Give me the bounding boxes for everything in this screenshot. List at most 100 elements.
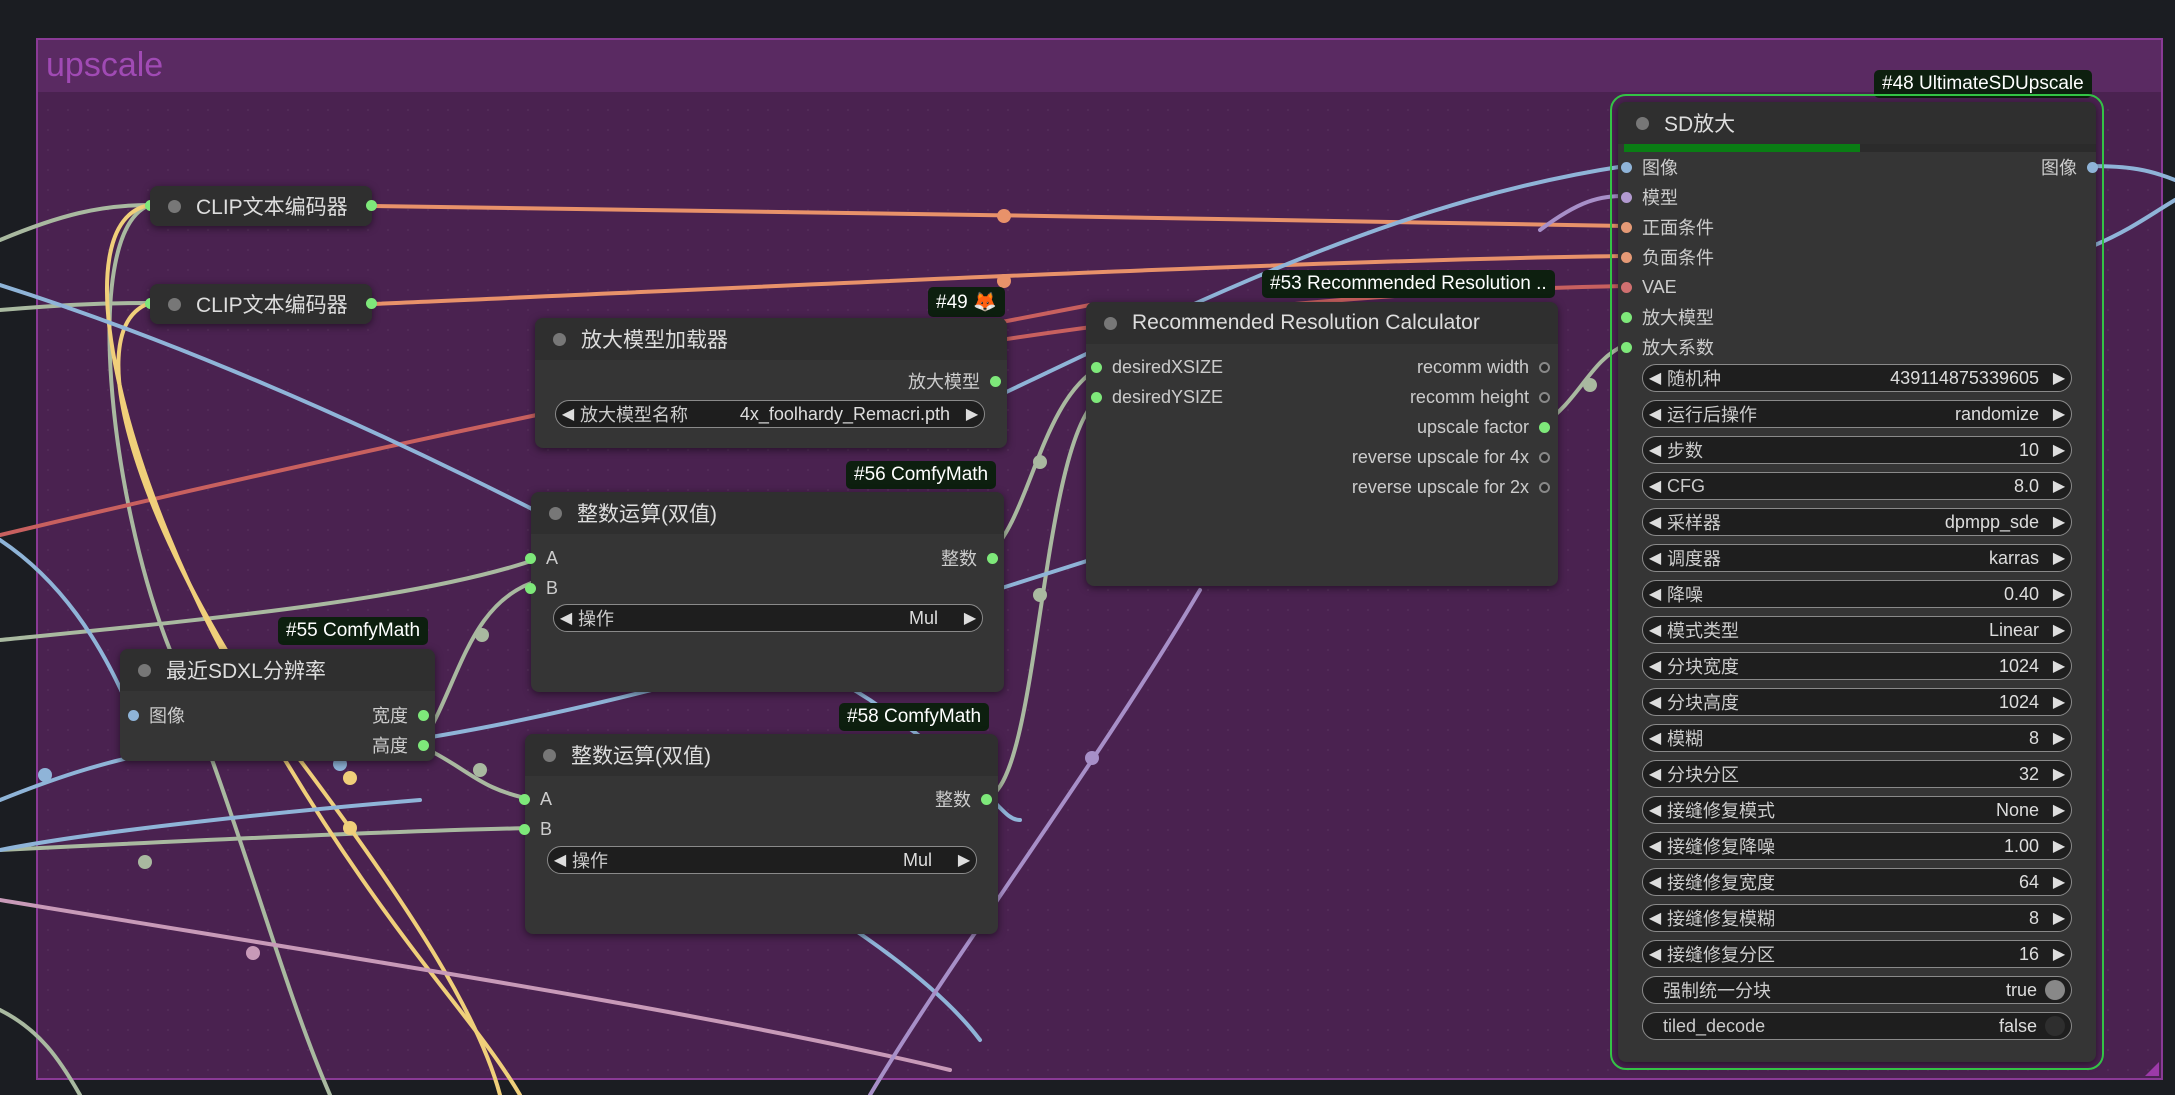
- arrow-right-icon[interactable]: ▶: [2047, 908, 2071, 928]
- operation-combo[interactable]: ◀ 操作 Mul ▶: [547, 846, 977, 874]
- input-connector[interactable]: [1621, 341, 1632, 353]
- collapse-toggle-icon[interactable]: [168, 199, 181, 213]
- output-slot-recomm-width[interactable]: recomm width: [1417, 356, 1550, 378]
- output-slot-reverse-4x[interactable]: reverse upscale for 4x: [1352, 446, 1550, 468]
- node-title-bar[interactable]: CLIP文本编码器: [150, 284, 372, 324]
- input-connector[interactable]: [1621, 191, 1632, 203]
- arrow-left-icon[interactable]: ◀: [1643, 584, 1667, 604]
- graph-canvas[interactable]: upscale CLIP文本编码器 CLIP文本编码器 #49 🦊 放大模型加载…: [0, 0, 2175, 1095]
- output-connector[interactable]: [1539, 481, 1550, 493]
- output-slot-recomm-height[interactable]: recomm height: [1410, 386, 1550, 408]
- output-connector[interactable]: [1539, 421, 1550, 433]
- widget-3[interactable]: ◀ CFG 8.0 ▶: [1642, 472, 2072, 500]
- input-connector[interactable]: [1621, 221, 1632, 233]
- input-slot-b[interactable]: B: [525, 577, 558, 599]
- widget-6[interactable]: ◀ 降噪 0.40 ▶: [1642, 580, 2072, 608]
- input-connector[interactable]: [525, 582, 536, 594]
- arrow-left-icon[interactable]: ◀: [1643, 692, 1667, 712]
- input-connector[interactable]: [525, 552, 536, 564]
- input-connector[interactable]: [1091, 361, 1102, 373]
- input-slot-model[interactable]: 模型: [1621, 186, 1678, 208]
- arrow-right-icon[interactable]: ▶: [2047, 440, 2071, 460]
- upscale-model-loader-node[interactable]: 放大模型加载器 放大模型 ◀ 放大模型名称 4x_foolhardy_Remac…: [535, 318, 1007, 448]
- collapse-toggle-icon[interactable]: [138, 663, 151, 677]
- input-slot-image[interactable]: 图像: [1621, 156, 1678, 178]
- output-connector[interactable]: [366, 200, 377, 211]
- arrow-left-icon[interactable]: ◀: [1643, 548, 1667, 568]
- arrow-right-icon[interactable]: ▶: [2047, 728, 2071, 748]
- arrow-right-icon[interactable]: ▶: [2047, 404, 2071, 424]
- arrow-right-icon[interactable]: ▶: [2047, 656, 2071, 676]
- arrow-left-icon[interactable]: ◀: [1643, 800, 1667, 820]
- operation-combo[interactable]: ◀ 操作 Mul ▶: [553, 604, 983, 632]
- widget-8[interactable]: ◀ 分块宽度 1024 ▶: [1642, 652, 2072, 680]
- input-slot-desired-x[interactable]: desiredXSIZE: [1091, 356, 1223, 378]
- arrow-right-icon[interactable]: ▶: [2047, 692, 2071, 712]
- widget-14[interactable]: ◀ 接缝修复宽度 64 ▶: [1642, 868, 2072, 896]
- ultimate-sd-upscale-node[interactable]: SD放大 图像 图像 模型 正面条件 负面条件 VAE 放大模型 放大系数 ◀ …: [1610, 94, 2104, 1070]
- output-slot-width[interactable]: 宽度: [372, 704, 429, 726]
- input-slot-negative[interactable]: 负面条件: [1621, 246, 1714, 268]
- output-connector[interactable]: [990, 375, 1001, 387]
- node-title-bar[interactable]: Recommended Resolution Calculator: [1086, 302, 1558, 344]
- input-slot-image[interactable]: 图像: [128, 704, 185, 726]
- arrow-left-icon[interactable]: ◀: [548, 850, 572, 870]
- input-slot-vae[interactable]: VAE: [1621, 276, 1677, 298]
- output-connector[interactable]: [1539, 451, 1550, 463]
- arrow-left-icon[interactable]: ◀: [1643, 872, 1667, 892]
- arrow-left-icon[interactable]: ◀: [1643, 512, 1667, 532]
- output-slot-reverse-2x[interactable]: reverse upscale for 2x: [1352, 476, 1550, 498]
- output-slot-height[interactable]: 高度: [372, 734, 429, 756]
- arrow-left-icon[interactable]: ◀: [1643, 404, 1667, 424]
- output-slot-upscale-factor[interactable]: upscale factor: [1417, 416, 1550, 438]
- arrow-right-icon[interactable]: ▶: [2047, 620, 2071, 640]
- output-slot-image[interactable]: 图像: [2041, 156, 2098, 178]
- toggle-knob-icon[interactable]: [2045, 980, 2065, 1000]
- node-title-bar[interactable]: 最近SDXL分辨率: [120, 649, 435, 691]
- arrow-right-icon[interactable]: ▶: [2047, 944, 2071, 964]
- input-connector[interactable]: [1621, 251, 1632, 263]
- input-slot-desired-y[interactable]: desiredYSIZE: [1091, 386, 1223, 408]
- group-header[interactable]: upscale: [38, 40, 2161, 92]
- collapse-toggle-icon[interactable]: [168, 297, 181, 311]
- arrow-right-icon[interactable]: ▶: [960, 404, 984, 424]
- arrow-left-icon[interactable]: ◀: [1643, 656, 1667, 676]
- int-binary-op-node-56[interactable]: 整数运算(双值) A B 整数 ◀ 操作 Mul ▶: [525, 492, 1004, 692]
- input-connector[interactable]: [128, 709, 139, 721]
- output-connector[interactable]: [418, 739, 429, 751]
- nearest-sdxl-resolution-node[interactable]: 最近SDXL分辨率 图像 宽度 高度: [120, 649, 435, 761]
- arrow-left-icon[interactable]: ◀: [1643, 764, 1667, 784]
- int-binary-op-node-58[interactable]: 整数运算(双值) A B 整数 ◀ 操作 Mul ▶: [519, 734, 998, 934]
- input-slot-positive[interactable]: 正面条件: [1621, 216, 1714, 238]
- node-title-bar[interactable]: CLIP文本编码器: [150, 186, 372, 226]
- widget-12[interactable]: ◀ 接缝修复模式 None ▶: [1642, 796, 2072, 824]
- arrow-left-icon[interactable]: ◀: [1643, 620, 1667, 640]
- toggle-0[interactable]: 强制统一分块 true: [1642, 976, 2072, 1004]
- widget-5[interactable]: ◀ 调度器 karras ▶: [1642, 544, 2072, 572]
- node-title-bar[interactable]: 整数运算(双值): [525, 734, 998, 776]
- node-title-bar[interactable]: SD放大: [1618, 102, 2096, 144]
- widget-15[interactable]: ◀ 接缝修复模糊 8 ▶: [1642, 904, 2072, 932]
- widget-13[interactable]: ◀ 接缝修复降噪 1.00 ▶: [1642, 832, 2072, 860]
- widget-0[interactable]: ◀ 随机种 439114875339605 ▶: [1642, 364, 2072, 392]
- group-resize-handle[interactable]: [2145, 1062, 2159, 1076]
- widget-1[interactable]: ◀ 运行后操作 randomize ▶: [1642, 400, 2072, 428]
- arrow-right-icon[interactable]: ▶: [958, 608, 982, 628]
- node-title-bar[interactable]: 放大模型加载器: [535, 318, 1007, 360]
- output-connector[interactable]: [366, 298, 377, 309]
- arrow-right-icon[interactable]: ▶: [2047, 872, 2071, 892]
- arrow-left-icon[interactable]: ◀: [556, 404, 580, 424]
- widget-16[interactable]: ◀ 接缝修复分区 16 ▶: [1642, 940, 2072, 968]
- arrow-right-icon[interactable]: ▶: [2047, 764, 2071, 784]
- arrow-right-icon[interactable]: ▶: [2047, 512, 2071, 532]
- input-connector[interactable]: [1621, 281, 1632, 293]
- output-connector[interactable]: [1539, 391, 1550, 403]
- arrow-left-icon[interactable]: ◀: [1643, 728, 1667, 748]
- input-connector[interactable]: [519, 793, 530, 805]
- arrow-left-icon[interactable]: ◀: [1643, 368, 1667, 388]
- output-connector[interactable]: [981, 793, 992, 805]
- output-connector[interactable]: [418, 709, 429, 721]
- arrow-left-icon[interactable]: ◀: [554, 608, 578, 628]
- collapse-toggle-icon[interactable]: [1104, 316, 1117, 330]
- arrow-left-icon[interactable]: ◀: [1643, 836, 1667, 856]
